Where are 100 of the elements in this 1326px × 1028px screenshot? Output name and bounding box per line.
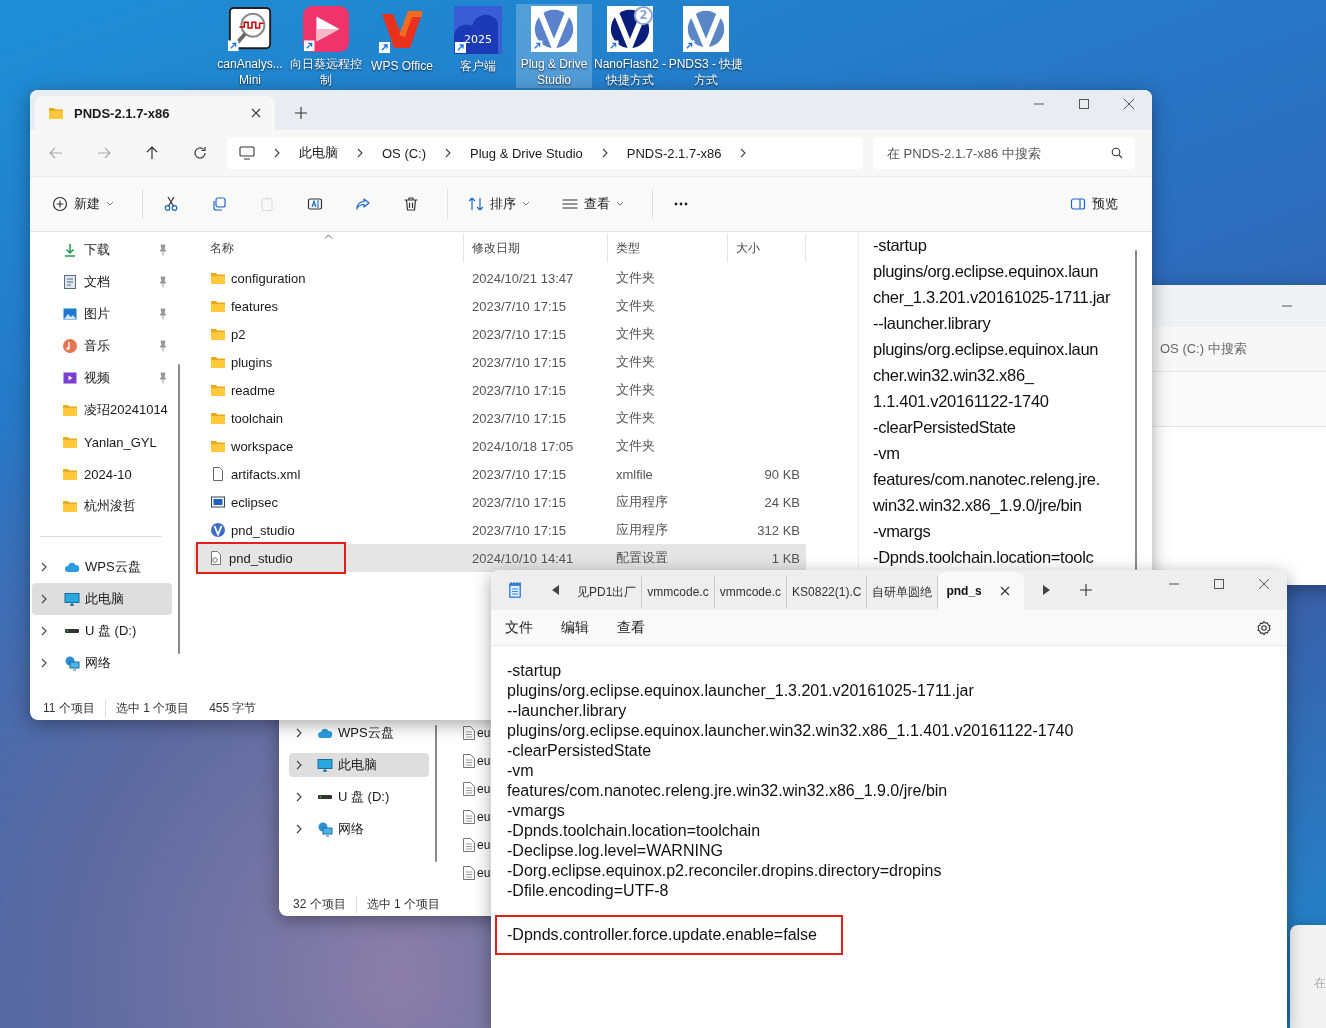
file-row[interactable]: artifacts.xml 2023/7/10 17:15 xmlfile 90 KB — [194, 460, 806, 488]
sidebar-item[interactable]: 文档 — [32, 266, 172, 298]
file-row[interactable]: readme 2023/7/10 17:15 文件夹 — [194, 376, 806, 404]
expand-chevron-icon — [40, 594, 48, 604]
editor-tab[interactable]: vmmcode.c — [714, 576, 788, 608]
sidebar-item[interactable]: 视频 — [32, 362, 172, 394]
file-date: 2023/7/10 17:15 — [471, 381, 567, 400]
breadcrumb-item[interactable]: OS (C:) — [382, 145, 427, 161]
document-icon — [462, 809, 476, 825]
file-date: 2023/7/10 17:15 — [471, 521, 567, 540]
sidebar-item[interactable]: U 盘 (D:) — [289, 785, 429, 809]
sort-button[interactable]: 排序 — [456, 189, 542, 219]
menu-item[interactable]: 查看 — [617, 618, 645, 637]
download-icon — [62, 242, 78, 258]
close-tab-icon[interactable] — [251, 108, 261, 118]
file-name: pnd_studio — [196, 542, 346, 574]
new-button[interactable]: 新建 — [40, 189, 126, 219]
menu-item[interactable]: 文件 — [505, 618, 533, 637]
file-size: 1 KB — [770, 549, 801, 568]
search-field[interactable]: OS (C:) 中搜索 — [1160, 340, 1247, 358]
sidebar-item[interactable]: 网络 — [32, 647, 172, 679]
add-icon — [52, 196, 68, 212]
sidebar-item[interactable]: 下载 — [32, 234, 172, 266]
document-icon — [462, 837, 476, 853]
file-name[interactable]: eu — [477, 810, 491, 824]
scroll-right-icon[interactable] — [1041, 585, 1050, 595]
scroll-left-icon[interactable] — [552, 585, 560, 595]
editor-tab[interactable]: vmmcode.c — [642, 576, 715, 608]
sidebar-item[interactable]: WPS云盘 — [289, 721, 429, 745]
desktop-shortcut[interactable]: canAnalys... Mini — [212, 4, 288, 88]
file-row[interactable]: configuration 2024/10/21 13:47 文件夹 — [194, 264, 806, 292]
folder-icon — [210, 298, 226, 314]
folder-icon — [210, 354, 226, 370]
refresh-icon[interactable] — [193, 146, 207, 160]
file-row[interactable]: features 2023/7/10 17:15 文件夹 — [194, 292, 806, 320]
view-button[interactable]: 查看 — [550, 189, 636, 219]
file-name[interactable]: eu — [477, 754, 491, 768]
sidebar-item[interactable]: Yanlan_GYL — [32, 426, 172, 458]
desktop-shortcut[interactable]: WPS Office — [364, 4, 440, 88]
new-tab-icon[interactable] — [295, 107, 307, 119]
preview-pane-button[interactable]: 预览 — [1058, 189, 1130, 219]
sidebar-item[interactable]: 此电脑 — [289, 753, 429, 777]
sidebar-item[interactable]: WPS云盘 — [32, 551, 172, 583]
editor-tab[interactable]: KS0822(1).C — [787, 576, 868, 608]
desktop-shortcut[interactable]: PNDS3 - 快捷方式 — [668, 4, 744, 88]
file-name: toolchain — [194, 404, 464, 432]
file-row[interactable]: workspace 2024/10/18 17:05 文件夹 — [194, 432, 806, 460]
sidebar-item[interactable]: 此电脑 — [32, 583, 172, 615]
editor-tab[interactable]: pnd_s — [938, 572, 1024, 610]
desktop-shortcut[interactable]: 2025 客户端 — [440, 4, 516, 88]
file-name[interactable]: eu — [477, 782, 491, 796]
file-name[interactable]: eu — [477, 726, 491, 740]
sidebar-item[interactable]: 网络 — [289, 817, 429, 841]
sidebar-item[interactable]: U 盘 (D:) — [32, 615, 172, 647]
preview-text-line: -vmargs — [873, 521, 932, 542]
file-row[interactable]: plugins 2023/7/10 17:15 文件夹 — [194, 348, 806, 376]
sidebar-item[interactable]: 图片 — [32, 298, 172, 330]
window-tab[interactable]: PNDS-2.1.7-x86 — [35, 96, 275, 130]
file-name[interactable]: eu — [477, 838, 491, 852]
close-icon[interactable] — [1124, 99, 1134, 109]
maximize-icon[interactable] — [1214, 579, 1224, 589]
editor-tab[interactable]: 见PD1出厂 — [572, 576, 643, 608]
file-row[interactable]: p2 2023/7/10 17:15 文件夹 — [194, 320, 806, 348]
settings-icon[interactable] — [1256, 619, 1272, 636]
desktop-shortcut[interactable]: 向日葵远程控制 — [288, 4, 364, 88]
search-field[interactable]: 在 PNDS-2.1.7-x86 中搜索 — [873, 137, 1135, 169]
monitor-icon — [317, 757, 333, 773]
breadcrumb-item[interactable]: PNDS-2.1.7-x86 — [626, 145, 722, 161]
file-type: 配置设置 — [615, 549, 669, 567]
menu-item[interactable]: 编辑 — [561, 618, 589, 637]
text-line: -Dfile.encoding=UTF-8 — [507, 881, 670, 901]
selection-size: 455 字节 — [209, 699, 258, 717]
preview-text-line: -startup — [873, 235, 928, 256]
breadcrumb-item[interactable]: Plug & Drive Studio — [470, 145, 583, 161]
column-header[interactable]: 修改日期 — [464, 234, 608, 262]
file-row[interactable]: toolchain 2023/7/10 17:15 文件夹 — [194, 404, 806, 432]
sidebar-item[interactable]: 2024-10 — [32, 458, 172, 490]
new-tab-icon[interactable] — [1079, 584, 1092, 596]
file-row[interactable]: pnd_studio 2023/7/10 17:15 应用程序 312 KB — [194, 516, 806, 544]
desktop-shortcut[interactable]: 2 NanoFlash2 - 快捷方式 — [592, 4, 668, 88]
column-header[interactable]: 类型 — [608, 234, 728, 262]
document-icon — [462, 865, 476, 881]
file-row[interactable]: eclipsec 2023/7/10 17:15 应用程序 24 KB — [194, 488, 806, 516]
music-icon — [62, 338, 78, 354]
sidebar-item[interactable]: 杭州浚哲 — [32, 490, 172, 522]
up-icon[interactable] — [145, 146, 159, 160]
close-tab-icon[interactable] — [999, 586, 1010, 596]
file-row[interactable]: pnd_studio 2024/10/10 14:41 配置设置 1 KB — [194, 544, 806, 572]
breadcrumb-item[interactable]: 此电脑 — [299, 144, 338, 162]
maximize-icon[interactable] — [1079, 99, 1089, 109]
preview-pane-icon — [1070, 196, 1086, 212]
column-header[interactable]: 名称 — [194, 234, 464, 262]
column-header[interactable]: 大小 — [728, 234, 806, 262]
close-icon[interactable] — [1259, 579, 1269, 589]
file-date: 2023/7/10 17:15 — [471, 353, 567, 372]
sidebar-item[interactable]: 音乐 — [32, 330, 172, 362]
file-type: 文件夹 — [615, 269, 656, 287]
address-bar[interactable]: 此电脑 OS (C:) Plug & Drive Studio PNDS-2.1.7-x86 — [227, 137, 863, 169]
file-name[interactable]: eu — [477, 866, 491, 880]
sidebar-item[interactable]: 凌玿20241014 — [32, 394, 172, 426]
